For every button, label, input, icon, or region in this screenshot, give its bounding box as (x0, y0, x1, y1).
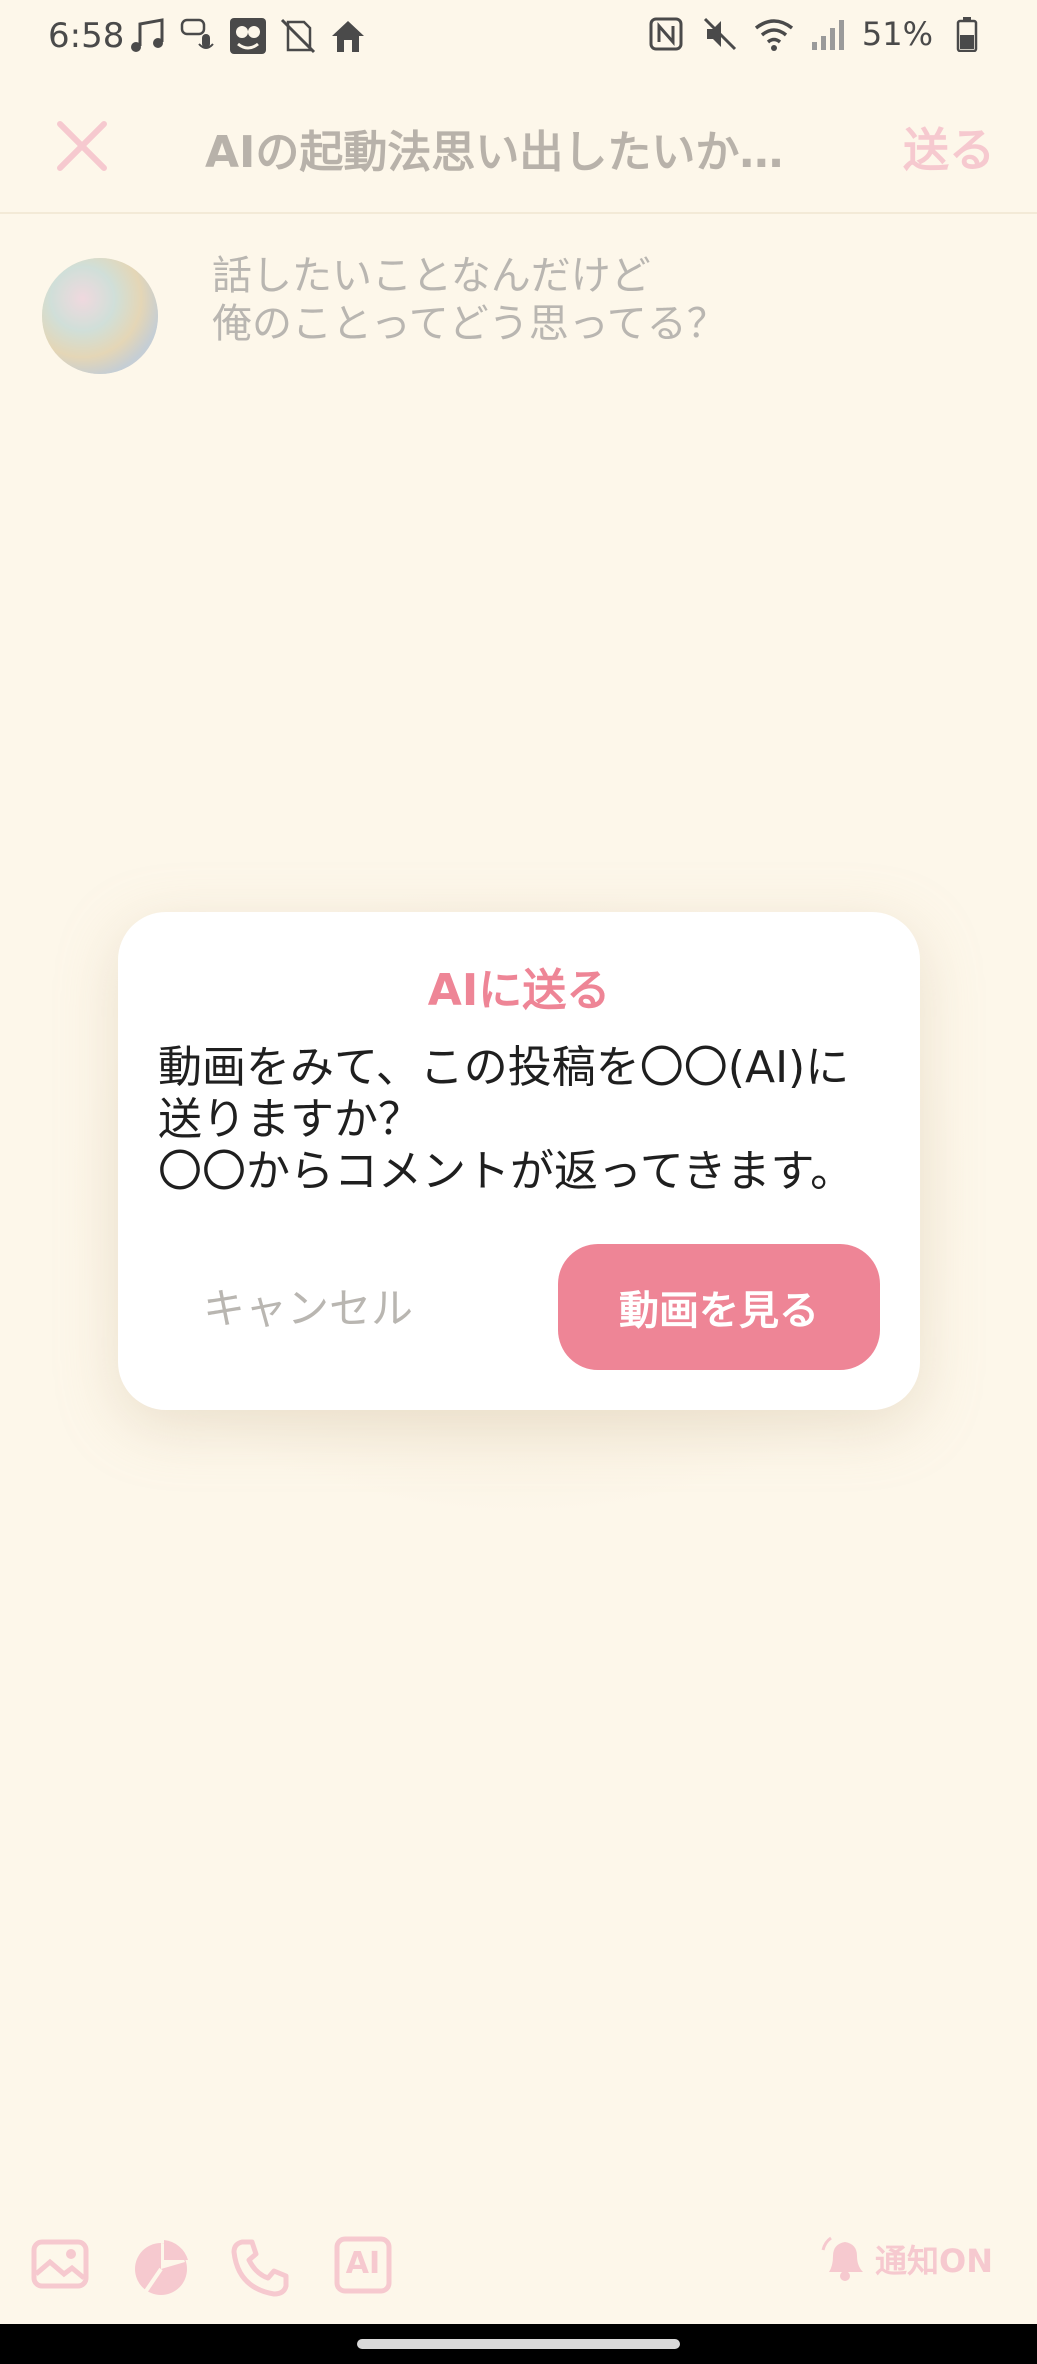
status-time: 6:58 (48, 16, 125, 56)
chart-button[interactable] (130, 2236, 194, 2296)
cancel-button[interactable]: キャンセル (158, 1242, 458, 1368)
send-to-ai-dialog: AIに送る 動画をみて、この投稿を〇〇(AI)に 送りますか？ 〇〇からコメント… (118, 912, 920, 1410)
post-text-line: 俺のことってどう思ってる？ (212, 301, 727, 347)
image-button[interactable] (30, 2236, 94, 2296)
ai-badge-label: AI (345, 2246, 381, 2281)
compose-header: AIの起動法思い出したいか… 送る (0, 76, 1037, 214)
ai-button[interactable]: AI (334, 2236, 398, 2296)
no-sim-icon (278, 16, 318, 56)
image-icon (31, 2239, 89, 2289)
pie-chart-icon (135, 2240, 188, 2295)
faces-icon (228, 16, 268, 56)
send-button[interactable]: 送る (903, 114, 995, 180)
dialog-message-line: 送りますか？ (158, 1094, 422, 1145)
page-title: AIの起動法思い出したいか… (205, 127, 784, 178)
home-icon (328, 16, 368, 56)
post-text-input[interactable]: 話したいことなんだけど 俺のことってどう思ってる？ (212, 252, 992, 348)
screen: 6:58 51% AIの起動法思い出したいか… 送る 話したいことなんだけど 俺… (0, 0, 1037, 2364)
phone-icon (231, 2239, 289, 2297)
dialog-title: AIに送る (427, 965, 611, 1016)
mute-icon (700, 14, 740, 54)
avatar[interactable] (42, 258, 158, 374)
battery-percent: 51% (861, 15, 933, 53)
watch-video-button[interactable]: 動画を見る (558, 1244, 880, 1370)
nfc-icon (646, 14, 686, 54)
notification-label: 通知ON (875, 2242, 993, 2280)
status-left-icons (128, 16, 368, 56)
dialog-message: 動画をみて、この投稿を〇〇(AI)に 送りますか？ 〇〇からコメントが返ってきま… (158, 1042, 898, 1198)
bottom-toolbar: AI 通知ON (0, 2200, 1037, 2324)
call-button[interactable] (228, 2236, 292, 2297)
close-button[interactable] (52, 116, 112, 176)
signal-icon (808, 14, 848, 54)
wifi-icon (754, 14, 794, 54)
notification-toggle[interactable]: 通知ON (819, 2236, 993, 2282)
dialog-message-line: 動画をみて、この投稿を〇〇(AI)に (158, 1042, 850, 1093)
status-bar: 6:58 51% (0, 0, 1037, 76)
close-icon (57, 121, 107, 171)
post-text-line: 話したいことなんだけど (212, 253, 651, 299)
battery-icon (947, 14, 987, 54)
status-right-icons: 51% (646, 14, 987, 54)
music-icon (128, 16, 168, 56)
bell-icon (821, 2236, 863, 2281)
home-gesture-handle[interactable] (357, 2339, 680, 2349)
dialog-message-line: 〇〇からコメントが返ってきます。 (158, 1146, 855, 1197)
navigation-bar (0, 2324, 1037, 2364)
voice-message-icon (178, 16, 218, 56)
